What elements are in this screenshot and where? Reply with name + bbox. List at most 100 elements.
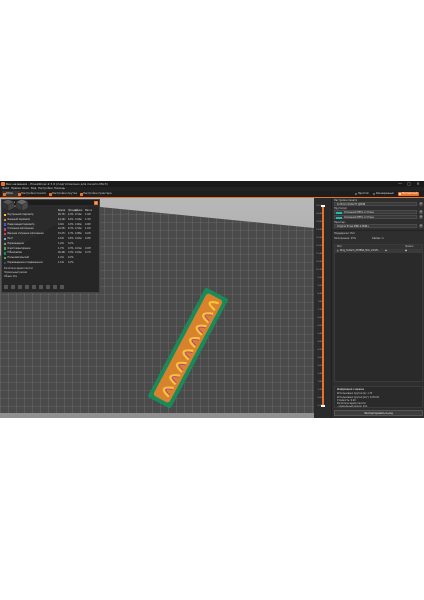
wipe-toggle-icon[interactable] bbox=[10, 285, 15, 289]
tool-change-toggle-icon[interactable] bbox=[38, 285, 43, 289]
legend-length: 0.44м bbox=[75, 217, 82, 221]
layer-tick-label: 5.40 bbox=[317, 333, 322, 335]
layer-tick-label: 10.20 bbox=[316, 269, 322, 271]
legend-color-swatch bbox=[4, 256, 7, 260]
retraction-toggle-icon[interactable] bbox=[17, 285, 22, 289]
layer-tick-label: 12.00 bbox=[316, 245, 322, 247]
layer-tick-label: 8.40 bbox=[317, 293, 322, 295]
sliced-info-title: Информация о нарезке bbox=[337, 388, 364, 391]
tab-printer-settings[interactable]: Настройки принтера bbox=[79, 191, 117, 197]
legend-length: 0.02м bbox=[75, 237, 82, 240]
layer-tick-label: 2.40 bbox=[317, 373, 322, 375]
brim-checkbox[interactable]: ☑ bbox=[382, 237, 384, 240]
mode-dot-icon bbox=[373, 193, 375, 195]
supports-value[interactable]: Нет bbox=[350, 232, 355, 235]
tab-filament-settings[interactable]: Настройки прутка bbox=[48, 191, 82, 197]
divider bbox=[332, 230, 424, 231]
tool-marker-toggle-icon[interactable] bbox=[59, 285, 64, 289]
legend-percent: 0.6% bbox=[68, 237, 74, 240]
legend-row[interactable]: Пользовательский 1.21с 0.2% bbox=[4, 256, 97, 260]
layer-tick-label: 12.60 bbox=[316, 237, 322, 239]
deretraction-toggle-icon[interactable] bbox=[24, 285, 29, 289]
export-gcode-button[interactable]: Экспортировать G-код bbox=[334, 410, 423, 416]
mode-expert-button[interactable]: Экспертный bbox=[398, 192, 419, 196]
legend-row[interactable]: Сплошное заполнение 42.25с 6.3% 0.34м 1.01г bbox=[4, 227, 97, 231]
object-settings-icon[interactable]: ◉ bbox=[385, 249, 387, 253]
legend-percent: 3.9% bbox=[68, 251, 74, 255]
print-settings-combo[interactable]: 0.15mm QUALITY @MINI bbox=[334, 202, 417, 206]
infill-value[interactable]: 15% bbox=[351, 237, 356, 240]
legend-length: 0.34м bbox=[75, 227, 82, 231]
3d-preview-viewport[interactable]: Легенда ▾ Тип линии Время Процент Длина … bbox=[0, 198, 314, 418]
legend-percent: 0.2% bbox=[68, 256, 74, 260]
gear-icon bbox=[17, 192, 21, 196]
legend-footer: Расчётное время печати: Нормальный режим… bbox=[4, 267, 34, 278]
layer-tick-label: 7.80 bbox=[317, 301, 322, 303]
legend-row[interactable]: Юбка/кайма 26.49с 3.9% 0.24м 0.72г bbox=[4, 251, 97, 255]
3d-view-cube-icon[interactable] bbox=[1, 198, 15, 212]
object-edit-icon[interactable]: ▣ bbox=[405, 249, 407, 253]
legend-percent: 0.2% bbox=[68, 261, 74, 264]
layer-tick-label: 6.00 bbox=[317, 325, 322, 327]
travel-toggle-icon[interactable] bbox=[4, 285, 8, 289]
printer-icon bbox=[79, 192, 83, 196]
legend-color-swatch bbox=[4, 247, 7, 250]
prusaslicer-window: Без названия - PrusaSlicer-2.7.0 (подгот… bbox=[0, 181, 424, 418]
legend-line-type: Юбка/кайма bbox=[7, 251, 22, 255]
legend-panel: Легенда ▾ Тип линии Время Процент Длина … bbox=[1, 199, 100, 293]
legend-line-type: Внутренний периметр bbox=[7, 213, 34, 216]
object-icon: ◭ bbox=[337, 249, 339, 252]
shells-toggle-icon[interactable] bbox=[52, 285, 57, 289]
legend-line-type: Сплошное заполнение bbox=[7, 227, 34, 231]
object-list-item[interactable]: ◭ Ring_holder3_ATHENA_Mini_V4.STL ◉ ▣ bbox=[335, 249, 422, 253]
legend-color-swatch bbox=[4, 232, 7, 236]
legend-color-swatch bbox=[4, 261, 7, 265]
tab-bar: Стол Настройки печати Настройки прутка Н… bbox=[0, 191, 424, 198]
legend-collapse-button[interactable]: ▾ bbox=[94, 200, 98, 205]
printer-combo[interactable]: Original Prusa MINI & MINI+ bbox=[334, 224, 417, 228]
legend-time: 1.73с bbox=[58, 246, 65, 250]
layer-tick-label: 9.60 bbox=[317, 277, 322, 279]
preview-cube-icon[interactable] bbox=[15, 198, 29, 212]
legend-row[interactable]: Перемещение в подвешенном 1.19с 0.2% bbox=[4, 261, 97, 265]
layer-slider[interactable]: 15.00 14.40 13.80 13.20 12.60 12.00 11.40 10.80… bbox=[316, 198, 330, 418]
printer-gear-icon[interactable]: ⚙ bbox=[419, 224, 423, 228]
print-settings-gear-icon[interactable]: ⚙ bbox=[419, 202, 423, 206]
legend-row[interactable]: Перемещение 1.22с 0.2% bbox=[4, 242, 97, 246]
mode-dot-icon bbox=[355, 193, 357, 195]
mode-dot-icon bbox=[399, 193, 401, 195]
layer-tick-label: 13.80 bbox=[316, 221, 322, 223]
legend-length: 0.01м bbox=[75, 246, 82, 250]
seams-toggle-icon[interactable] bbox=[31, 285, 36, 289]
legend-time: 1.21с bbox=[58, 256, 65, 260]
legend-row[interactable]: Внешний периметр 44.10с 6.6% 0.44м 1.32г bbox=[4, 218, 97, 222]
legend-time: 1.19с bbox=[58, 261, 65, 264]
layer-tick-label: 14.40 bbox=[316, 213, 322, 215]
filament-combo-1[interactable]: Сплошной PETG от Prusa bbox=[334, 210, 417, 214]
legend-line-type: Перемещение в подвешенном bbox=[7, 261, 43, 264]
plater-icon bbox=[2, 192, 6, 196]
layer-upper-thumb[interactable] bbox=[321, 205, 325, 207]
legend-percent: 6.3% bbox=[68, 227, 74, 231]
legend-line-type: Верхнее сплошное заполнение bbox=[7, 232, 44, 236]
legend-row[interactable]: Очистка/вытирание 1.73с 0.3% 0.01м 0.03г bbox=[4, 247, 97, 251]
filament-color-swatch bbox=[336, 211, 342, 214]
filament-gear-icon[interactable]: ⚙ bbox=[419, 215, 423, 219]
filament-gear-icon[interactable]: ⚙ bbox=[419, 210, 423, 214]
legend-row[interactable]: Верхнее сплошное заполнение 15.27с 2.3% 0.0… bbox=[4, 232, 97, 236]
layer-tick-label: 3.00 bbox=[317, 365, 322, 367]
layer-lower-thumb[interactable] bbox=[321, 405, 325, 407]
layer-tick-label: 11.40 bbox=[316, 253, 322, 255]
mode-advanced-button[interactable]: Расширенный bbox=[372, 192, 395, 196]
layer-tick-label: 6.60 bbox=[317, 317, 322, 319]
legend-row[interactable]: Нависающий периметр 0.02с 0.0% 0.00м 0.00г bbox=[4, 223, 97, 227]
legend-color-swatch bbox=[4, 237, 7, 241]
layer-tick-label: 3.60 bbox=[317, 357, 322, 359]
filament-combo-2[interactable]: Сплошной PETG от Prusa bbox=[334, 215, 417, 219]
legend-row[interactable]: Внутренний периметр 26.73с 4.0% 0.34м 1.02г bbox=[4, 213, 97, 217]
color-change-toggle-icon[interactable] bbox=[45, 285, 50, 289]
legend-row[interactable]: Мост 4.18с 0.6% 0.02м 0.05г bbox=[4, 237, 97, 241]
legend-mass: 1.02г bbox=[85, 213, 92, 216]
tab-print-settings[interactable]: Настройки печати bbox=[17, 191, 51, 197]
mode-simple-button[interactable]: Простой bbox=[354, 192, 370, 196]
